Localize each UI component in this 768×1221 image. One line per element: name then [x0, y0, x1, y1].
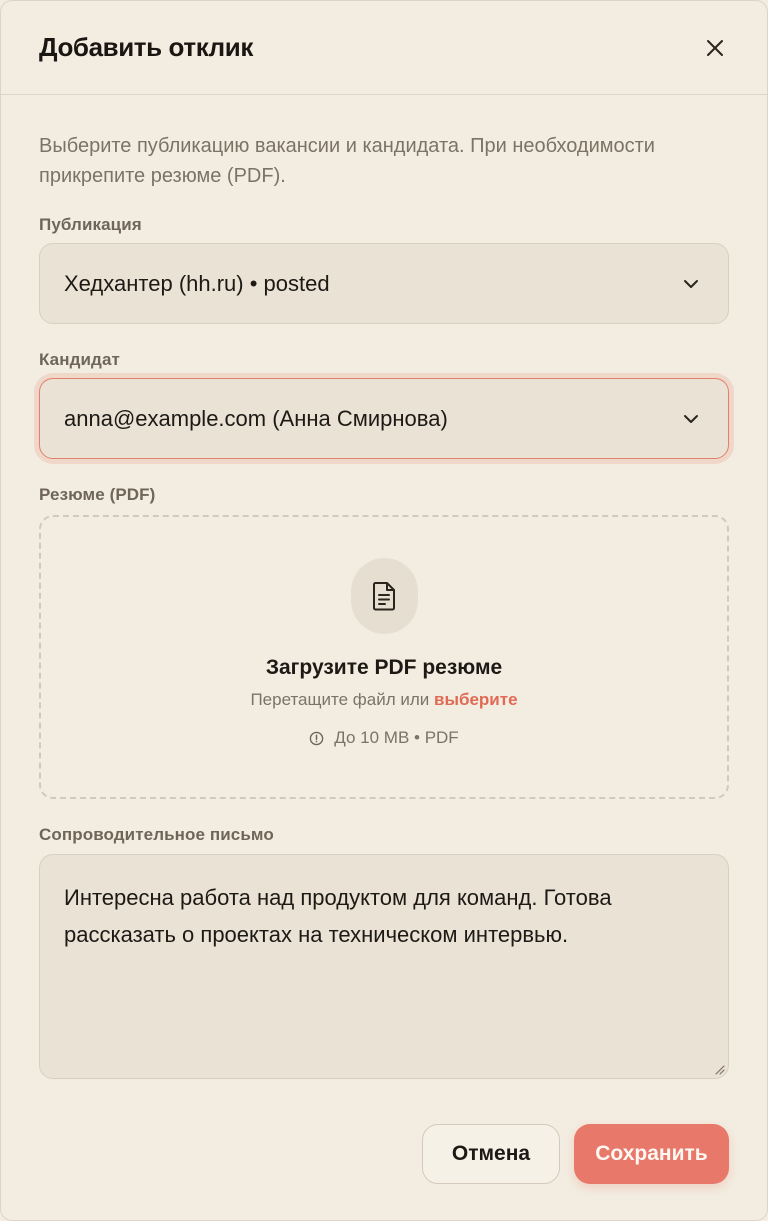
resize-handle-icon[interactable] [713, 1063, 725, 1075]
close-icon [707, 39, 723, 56]
candidate-value: anna@example.com (Анна Смирнова) [64, 405, 448, 431]
resume-label: Резюме (PDF) [39, 485, 156, 504]
save-button[interactable]: Сохранить [574, 1124, 729, 1184]
candidate-label: Кандидат [39, 350, 120, 369]
dropzone-hint-text: Перетащите файл или [250, 690, 430, 709]
dialog-description: Выберите публикацию вакансии и кандидата… [39, 135, 655, 187]
chevron-down-icon [684, 414, 698, 423]
dialog-footer: Отмена Сохранить [422, 1124, 729, 1184]
choose-file-link[interactable]: выберите [434, 690, 518, 709]
add-response-dialog: Добавить отклик Выберите публикацию вака… [0, 0, 768, 1221]
dialog-header: Добавить отклик [1, 1, 767, 95]
publication-select[interactable]: Хедхантер (hh.ru) • posted [39, 243, 729, 324]
chevron-down-icon [684, 279, 698, 288]
publication-label: Публикация [39, 215, 142, 234]
cover-letter-textarea[interactable]: Интересна работа над продуктом для коман… [39, 854, 729, 1079]
file-icon-badge [350, 558, 418, 634]
dropzone-title: Загрузите PDF резюме [265, 656, 503, 679]
resume-dropzone[interactable]: Загрузите PDF резюме Перетащите файл или… [39, 515, 729, 799]
publication-value: Хедхантер (hh.ru) • posted [64, 270, 330, 296]
info-circle-icon [309, 731, 324, 745]
close-button[interactable] [697, 30, 733, 66]
cover-letter-text: Интересна работа над продуктом для коман… [64, 885, 612, 947]
dropzone-hint: Перетащите файл или выберите [250, 690, 517, 710]
cover-letter-label: Сопроводительное письмо [39, 825, 274, 844]
dropzone-limits: До 10 MB • PDF [309, 728, 459, 748]
dropzone-limits-text: До 10 MB • PDF [334, 728, 459, 747]
dialog-body: Выберите публикацию вакансии и кандидата… [1, 131, 767, 1079]
cancel-button[interactable]: Отмена [422, 1124, 560, 1184]
dialog-title: Добавить отклик [39, 32, 253, 62]
file-text-icon [373, 582, 395, 611]
candidate-select[interactable]: anna@example.com (Анна Смирнова) [39, 378, 729, 459]
